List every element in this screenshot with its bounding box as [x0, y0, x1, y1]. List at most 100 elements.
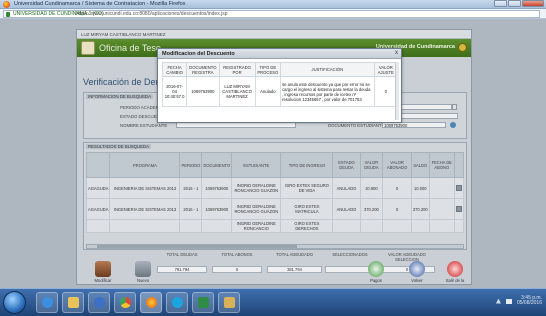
salir-label: Salir de la — [445, 278, 465, 283]
url-text[interactable]: https://www.unicundi.edu.co:8080/aplicac… — [76, 11, 227, 17]
show-hidden-icons-icon[interactable] — [495, 298, 501, 304]
table-row[interactable]: AGAGUDA INGENIERIA DE SISTEMAS 2013 2016… — [85, 198, 465, 220]
modificar-label: Modificar — [94, 278, 112, 283]
table-row: 2016-07-04 10:40:57.0 1069763900 LUZ MIR… — [161, 76, 399, 107]
table-cell — [359, 219, 384, 233]
firefox-icon — [3, 1, 10, 8]
exit-icon — [447, 261, 463, 277]
table-cell: 2016 - 1 — [179, 177, 203, 199]
close-window-button[interactable] — [522, 0, 544, 7]
table-cell — [179, 219, 203, 233]
horizontal-scrollbar[interactable] — [86, 244, 464, 249]
rango-dropdown-icon[interactable] — [452, 104, 457, 110]
taskbar-explorer[interactable] — [62, 292, 84, 313]
column-header: DOCUMENTO — [201, 152, 233, 178]
taskbar-skype[interactable] — [166, 292, 188, 313]
pagos-label: Pagos — [370, 278, 382, 283]
system-tray: 3:45 p.m. 05/08/2016 — [495, 296, 542, 306]
table-cell: 1069763900 — [201, 177, 233, 199]
table-cell: AGAGUDA — [85, 177, 111, 199]
dialog-scrollbar[interactable] — [395, 62, 399, 120]
taskbar-excel[interactable] — [192, 292, 214, 313]
table-cell: GIRO EXTEX DERECHOS — [280, 219, 334, 233]
start-button[interactable] — [3, 291, 26, 314]
pagos-button[interactable]: Pagos — [364, 261, 388, 283]
nuevo-label: Nuevo — [136, 278, 150, 283]
table-cell — [201, 219, 233, 233]
office-logo-icon — [81, 41, 95, 55]
clock-date: 05/08/2016 — [516, 300, 542, 306]
firefox-icon — [146, 297, 157, 308]
nuevo-button[interactable]: Nuevo — [131, 261, 155, 283]
window-title-bar: Universidad Cundinamarca / Sistema de Co… — [0, 0, 546, 9]
address-bar: UNIVERSIDAD DE CUNDINAMA... (CO) https:/… — [0, 9, 546, 19]
documento-cell: 1069763900 — [186, 76, 220, 107]
scrollbar-thumb[interactable] — [97, 245, 297, 248]
table-cell: 370.200 — [359, 198, 384, 220]
volver-label: Volver — [411, 278, 423, 283]
window-title: Universidad Cundinamarca / Sistema de Co… — [14, 1, 186, 7]
taskbar-chrome[interactable] — [114, 292, 136, 313]
modificar-button[interactable]: Modificar — [91, 261, 115, 283]
salir-button[interactable]: Salir de la — [443, 261, 467, 283]
table-cell — [382, 219, 412, 233]
clock[interactable]: 3:45 p.m. 05/08/2016 — [517, 296, 542, 306]
table-cell: INGRID GERALDINE RONCANCIO — [231, 219, 282, 233]
taskbar-ie[interactable] — [36, 292, 58, 313]
page-viewport: LUZ MIRYAM CASTIBLANCO MARTINEZ Oficina … — [0, 19, 546, 288]
back-icon — [409, 261, 425, 277]
dialog-title-bar[interactable]: Modificacion del Descuento x — [158, 49, 401, 59]
row-select-icon[interactable] — [455, 184, 462, 191]
minimize-button[interactable] — [494, 0, 507, 7]
column-header: FECHA CAMBIO — [161, 62, 188, 77]
table-row[interactable]: INGRID GERALDINE RONCANCIO GIRO EXTEX DE… — [85, 219, 465, 233]
lock-icon — [6, 12, 10, 17]
table-row[interactable]: AGAGUDA INGENIERIA DE SISTEMAS 2013 2016… — [85, 177, 465, 199]
row-select-icon[interactable] — [455, 205, 462, 212]
fecha-cell: 2016-07-04 10:40:57.0 — [161, 76, 188, 107]
modification-dialog: Modificacion del Descuento x FECHA CAMBI… — [157, 48, 402, 123]
taskbar-paint[interactable] — [218, 292, 240, 313]
documento-label: DOCUMENTO ESTUDIANTE — [328, 123, 385, 128]
justificacion-cell: se anula este descuento ya que por error… — [280, 76, 375, 107]
taskbar: 3:45 p.m. 05/08/2016 — [0, 288, 546, 316]
total-adeudado-label: TOTAL ADEUDADO — [276, 252, 313, 257]
results-legend: RESULTADOS DE BUSQUEDA — [86, 144, 151, 149]
search-icon[interactable] — [450, 122, 456, 128]
registrado-cell: LUZ MIRYAM CASTIBLANCO MARTINEZ — [218, 76, 256, 107]
table-cell — [85, 219, 111, 233]
tipo-cell: Anulado — [254, 76, 282, 107]
media-player-icon — [94, 297, 105, 308]
column-header: VALOR DEUDA — [359, 152, 384, 178]
table-cell: GIRO EXTEX SEGURO DE VIDA — [280, 177, 334, 199]
table-cell: 10.900 — [359, 177, 384, 199]
internet-explorer-icon — [42, 297, 53, 308]
table-cell: 370.200 — [410, 198, 430, 220]
column-header: VALOR ABONADO — [382, 152, 412, 178]
table-cell: 2016 - 1 — [179, 198, 203, 220]
table-cell — [109, 219, 181, 233]
url-field[interactable]: UNIVERSIDAD DE CUNDINAMA... (CO) https:/… — [3, 10, 540, 18]
skype-icon — [172, 297, 183, 308]
close-icon[interactable]: x — [395, 50, 398, 56]
total-abonos-label: TOTAL ABONOS — [221, 252, 253, 257]
table-cell — [428, 219, 455, 233]
table-cell — [410, 219, 430, 233]
table-cell — [453, 177, 465, 199]
table-cell: INGRID GERALDINE RONCANCIO GUAZON — [231, 198, 282, 220]
bottom-toolbar: Modificar Nuevo Pagos Volver Salir de la — [77, 261, 471, 286]
filters-legend: INFORMACION DE BUSQUEDA — [86, 94, 154, 99]
table-cell — [428, 177, 455, 199]
table-cell: ANULADO — [332, 177, 361, 199]
seleccionados-label: SELECCIONADOS — [332, 252, 368, 257]
maximize-button[interactable] — [508, 0, 521, 7]
nombre-label: NOMBRE ESTUDIANTE — [120, 123, 168, 128]
valor-cell: 0 — [373, 76, 399, 107]
taskbar-firefox[interactable] — [140, 292, 162, 313]
volver-button[interactable]: Volver — [405, 261, 429, 283]
table-cell — [453, 198, 465, 220]
table-cell: 1069763900 — [201, 198, 233, 220]
action-center-icon[interactable] — [505, 298, 512, 304]
university-seal-icon — [458, 43, 467, 52]
taskbar-media[interactable] — [88, 292, 110, 313]
